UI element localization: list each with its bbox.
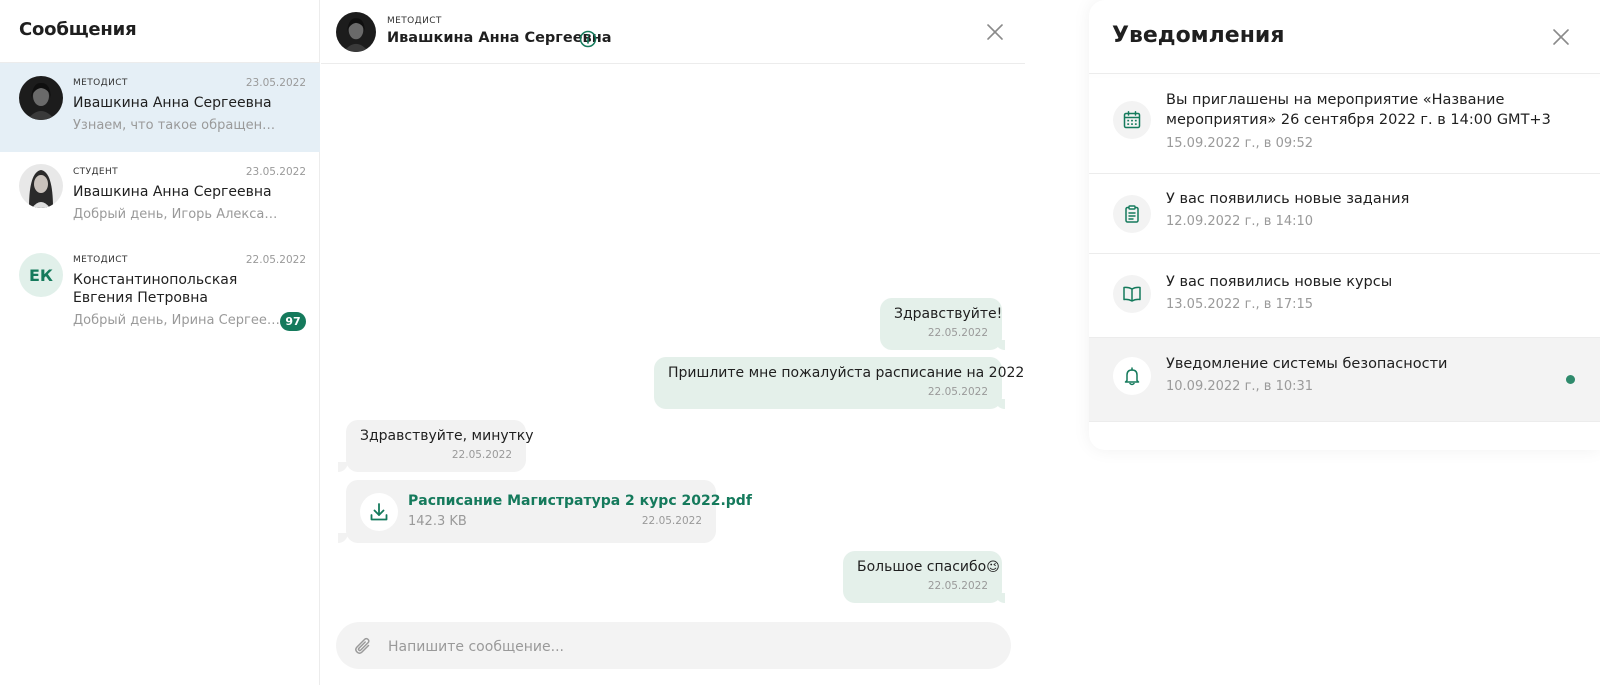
clipboard-icon [1113, 195, 1151, 233]
avatar-initials: ЕК [19, 253, 63, 297]
conversation-preview: Добрый день, Ирина Сергеевн... [73, 313, 283, 328]
book-icon [1113, 275, 1151, 313]
conversation-preview: Добрый день, Игорь Александ... [73, 207, 283, 222]
paperclip-icon[interactable] [352, 635, 374, 657]
conversation-preview: Узнаем, что такое обращение в ... [73, 118, 283, 133]
bell-icon [1113, 357, 1151, 395]
chat-contact-role: МЕТОДИСТ [387, 16, 442, 26]
conversation-name: Ивашкина Анна Сергеевна [73, 95, 272, 111]
notification-text: У вас появились новые задания [1166, 191, 1410, 207]
outgoing-message: Пришлите мне пожалуйста расписание на 20… [654, 357, 1025, 409]
notification-item[interactable]: У вас появились новые курсы 13.05.2022 г… [1089, 254, 1600, 338]
notification-time: 12.09.2022 г., в 14:10 [1166, 214, 1314, 229]
conversation-list: Сообщения МЕТОДИСТ 23.05.2022 Ивашкина А… [0, 0, 320, 685]
close-chat-button[interactable] [985, 22, 1005, 42]
notification-time: 10.09.2022 г., в 10:31 [1166, 379, 1314, 394]
notification-text: У вас появились новые курсы [1166, 274, 1393, 290]
avatar [19, 164, 63, 208]
close-icon [987, 24, 1003, 40]
info-icon[interactable] [579, 30, 597, 48]
bubble-tail [995, 340, 1005, 350]
outgoing-message: Большое спасибо😉 22.05.2022 [843, 551, 1002, 603]
chat-contact-name: Ивашкина Анна Сергеевна [387, 30, 612, 46]
avatar [19, 76, 63, 120]
notification-item[interactable]: У вас появились новые задания 12.09.2022… [1089, 174, 1600, 254]
message-composer [336, 622, 1011, 671]
conversation-role: СТУДЕНТ [73, 167, 119, 177]
divider [321, 63, 1025, 64]
notification-item[interactable]: Вы приглашены на мероприятие «Название м… [1089, 74, 1600, 174]
messages-panel: Сообщения МЕТОДИСТ 23.05.2022 Ивашкина А… [0, 0, 1025, 685]
conversation-date: 23.05.2022 [245, 166, 306, 178]
messages-title: Сообщения [19, 19, 137, 40]
message-time: 22.05.2022 [927, 327, 988, 339]
notification-time: 13.05.2022 г., в 17:15 [1166, 297, 1314, 312]
conversation-item[interactable]: ЕК МЕТОДИСТ 22.05.2022 Константинопольск… [0, 240, 320, 340]
message-text: Пришлите мне пожалуйста расписание на 20… [668, 365, 1025, 381]
message-text: Большое спасибо😉 [857, 559, 1000, 575]
conversation-date: 23.05.2022 [245, 77, 306, 89]
file-size: 142.3 KB [408, 514, 467, 529]
message-time: 22.05.2022 [641, 515, 702, 527]
notification-item[interactable]: Уведомление системы безопасности 10.09.2… [1089, 338, 1600, 422]
conversation-role: МЕТОДИСТ [73, 255, 128, 265]
incoming-file-message[interactable]: Расписание Магистратура 2 курс 2022.pdf … [346, 480, 752, 543]
wink-emoji: 😉 [986, 560, 1000, 575]
chat-window: МЕТОДИСТ Ивашкина Анна Сергеевна Здравст… [321, 0, 1025, 685]
conversation-name: Константинопольская Евгения Петровна [73, 272, 238, 306]
message-time: 22.05.2022 [451, 449, 512, 461]
notification-text: Вы приглашены на мероприятие «Название м… [1166, 92, 1551, 128]
bubble-tail [338, 533, 348, 543]
unread-indicator [1566, 375, 1575, 384]
message-time: 22.05.2022 [927, 386, 988, 398]
avatar [336, 12, 376, 52]
notifications-list: Вы приглашены на мероприятие «Название м… [1089, 0, 1600, 450]
calendar-icon [1113, 101, 1151, 139]
download-icon[interactable] [360, 493, 398, 531]
message-text-content: Большое спасибо [857, 559, 987, 575]
notification-text: Уведомление системы безопасности [1166, 356, 1448, 372]
incoming-message: Здравствуйте, минутку 22.05.2022 [346, 420, 534, 472]
conversation-role: МЕТОДИСТ [73, 78, 128, 88]
file-name-link[interactable]: Расписание Магистратура 2 курс 2022.pdf [408, 493, 752, 509]
bubble-tail [995, 593, 1005, 603]
notification-time: 15.09.2022 г., в 09:52 [1166, 136, 1314, 151]
conversation-name: Ивашкина Анна Сергеевна [73, 184, 272, 200]
conversation-item[interactable]: МЕТОДИСТ 23.05.2022 Ивашкина Анна Сергее… [0, 63, 320, 152]
message-input[interactable] [386, 622, 990, 671]
outgoing-message: Здравствуйте! 22.05.2022 [880, 298, 1002, 350]
bubble-tail [995, 399, 1005, 409]
message-text: Здравствуйте! [894, 306, 1003, 322]
conversation-date: 22.05.2022 [245, 254, 306, 266]
bubble-tail [338, 462, 348, 472]
unread-count-badge: 97 [280, 312, 306, 331]
message-time: 22.05.2022 [927, 580, 988, 592]
conversation-item[interactable]: СТУДЕНТ 23.05.2022 Ивашкина Анна Сергеев… [0, 152, 320, 240]
message-text: Здравствуйте, минутку [360, 428, 534, 444]
